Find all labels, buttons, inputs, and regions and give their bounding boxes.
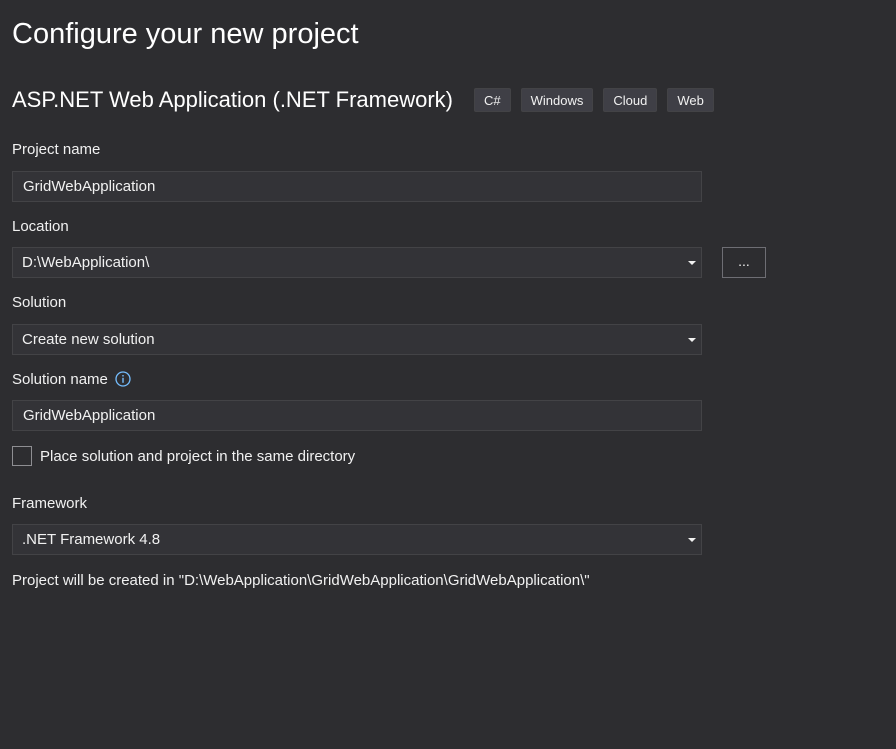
info-icon[interactable] [115, 371, 131, 387]
solution-name-value: GridWebApplication [23, 407, 156, 424]
solution-dropdown[interactable]: Create new solution [12, 324, 702, 355]
framework-value: .NET Framework 4.8 [22, 531, 161, 548]
browse-location-button[interactable]: ... [722, 247, 766, 278]
page-title: Configure your new project [12, 18, 359, 50]
project-path-status: Project will be created in "D:\WebApplic… [12, 572, 590, 589]
framework-label: Framework [12, 495, 88, 512]
framework-dropdown[interactable]: .NET Framework 4.8 [12, 524, 702, 555]
same-directory-label[interactable]: Place solution and project in the same d… [40, 447, 355, 467]
template-header: ASP.NET Web Application (.NET Framework)… [12, 86, 724, 114]
tag-csharp: C# [473, 88, 511, 112]
template-name: ASP.NET Web Application (.NET Framework) [12, 87, 453, 112]
solution-label: Solution [12, 294, 67, 311]
tag-web: Web [667, 88, 714, 112]
project-name-label: Project name [12, 141, 101, 158]
solution-name-input[interactable]: GridWebApplication [12, 400, 702, 431]
location-value: D:\WebApplication\ [22, 254, 150, 271]
chevron-down-icon[interactable] [688, 538, 696, 542]
chevron-down-icon[interactable] [688, 261, 696, 265]
project-name-input[interactable]: GridWebApplication [12, 171, 702, 202]
location-combobox[interactable]: D:\WebApplication\ [12, 247, 702, 278]
tag-windows: Windows [520, 88, 594, 112]
solution-name-label: Solution name [12, 371, 108, 388]
same-directory-checkbox[interactable] [12, 446, 32, 466]
project-name-value: GridWebApplication [23, 178, 156, 195]
solution-value: Create new solution [22, 331, 155, 348]
tag-cloud: Cloud [603, 88, 658, 112]
configure-project-page: Configure your new project ASP.NET Web A… [0, 0, 896, 749]
chevron-down-icon[interactable] [688, 338, 696, 342]
location-label: Location [12, 218, 69, 235]
